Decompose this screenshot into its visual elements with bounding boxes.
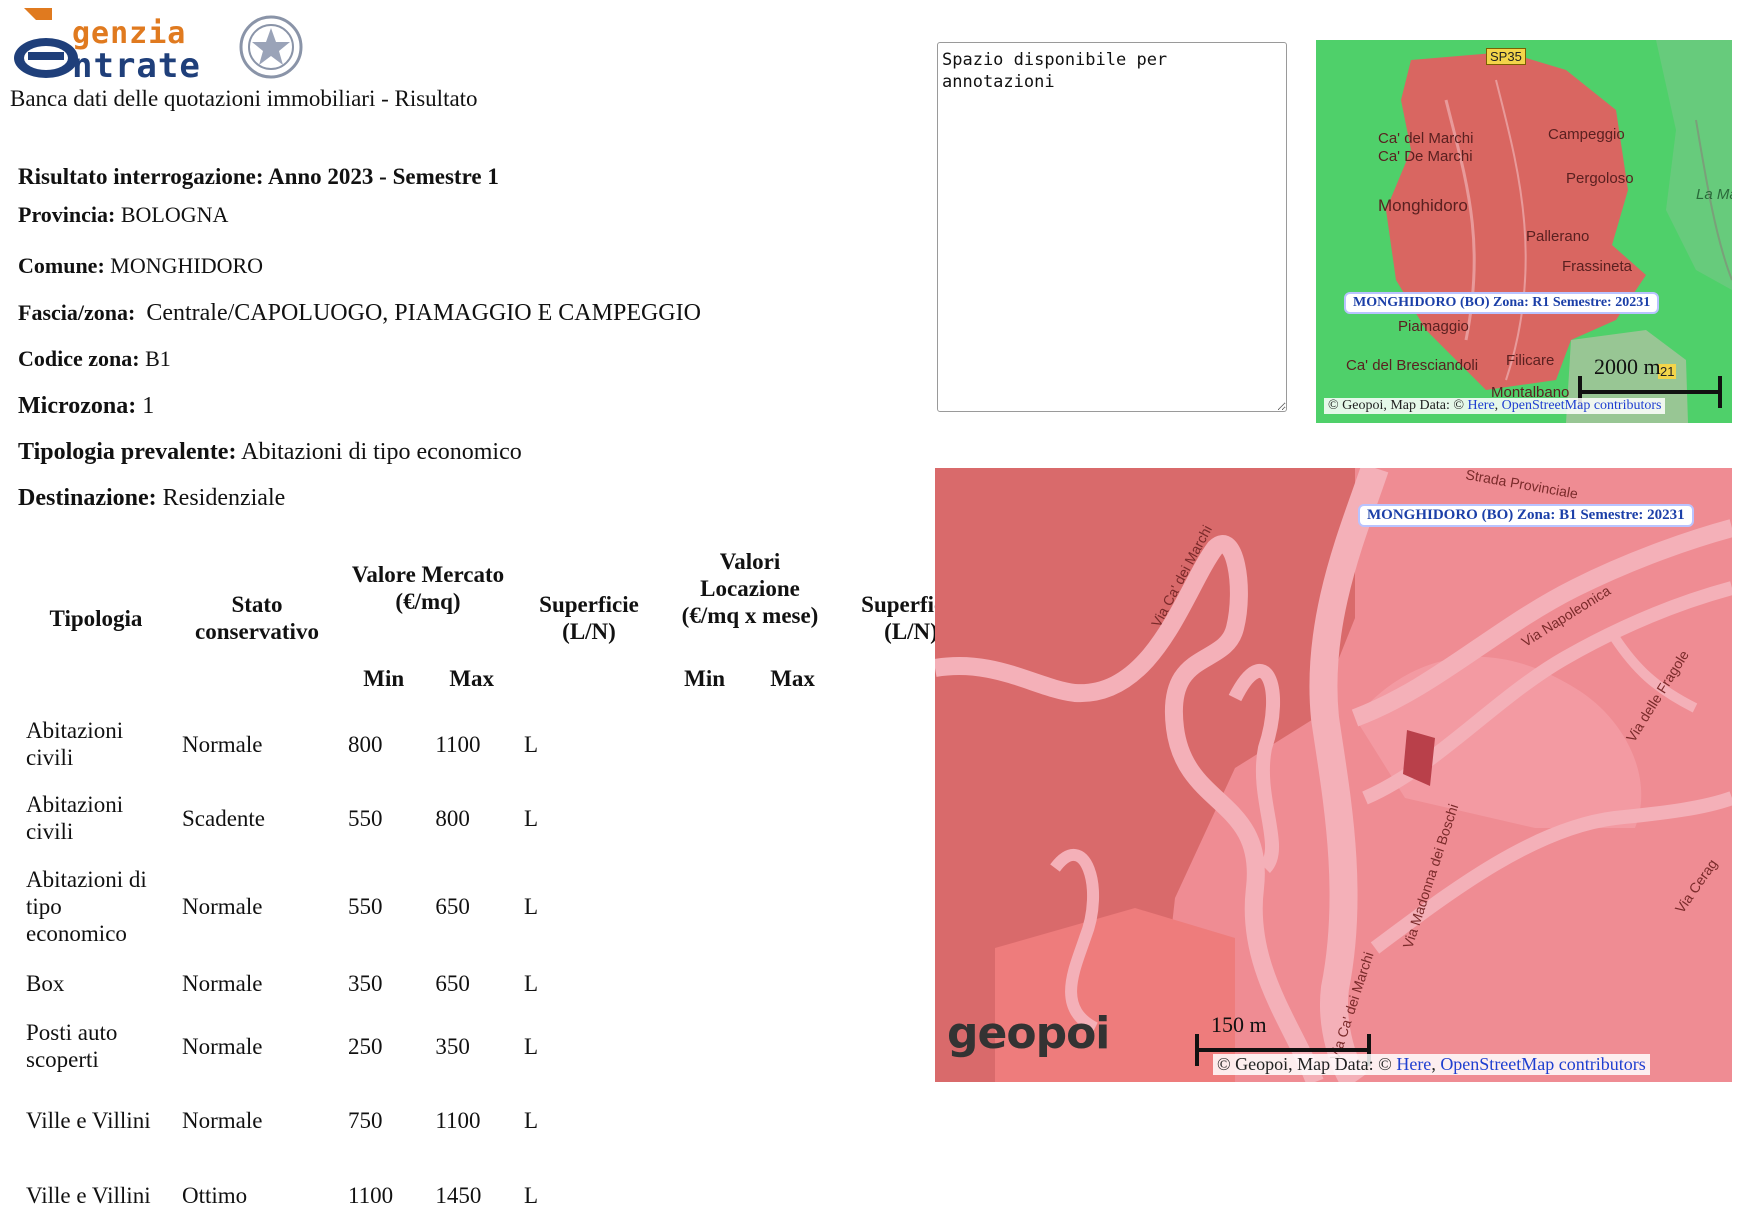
logo-text-bottom: ntrate bbox=[72, 46, 201, 86]
cell-min: 550 bbox=[348, 805, 383, 831]
agenzia-entrate-logo: genzia ntrate bbox=[10, 8, 310, 86]
overview-attribution: © Geopoi, Map Data: © Here, OpenStreetMa… bbox=[1324, 398, 1666, 414]
cell-min: 1100 bbox=[348, 1182, 394, 1208]
place-label: Ca' De Marchi bbox=[1378, 148, 1473, 165]
place-label: Frassineta bbox=[1562, 258, 1633, 275]
header-max-locazione: Max bbox=[770, 665, 815, 691]
fascia-line: Fascia/zona: Centrale/CAPOLUOGO, PIAMAGG… bbox=[18, 300, 701, 326]
cell-min: 750 bbox=[348, 1107, 383, 1133]
cell-min: 800 bbox=[348, 731, 383, 757]
zone-overview-map[interactable]: SP35 Ca' del Marchi Ca' De Marchi Campeg… bbox=[1316, 40, 1732, 423]
detail-attribution: © Geopoi, Map Data: © Here, OpenStreetMa… bbox=[1213, 1054, 1650, 1075]
header-min-locazione: Min bbox=[684, 665, 725, 691]
cell-stato: Normale bbox=[182, 731, 263, 757]
cell-tipologia: Abitazioni civili bbox=[26, 718, 124, 770]
cell-tipologia: Ville e Villini bbox=[26, 1182, 151, 1208]
header-tipologia: Tipologia bbox=[49, 605, 143, 631]
cell-min: 550 bbox=[348, 893, 383, 919]
table-row: Abitazioni civili Normale 800 1100 L bbox=[18, 708, 984, 780]
table-row: Box Normale 350 650 L bbox=[18, 956, 984, 1010]
osm-link[interactable]: OpenStreetMap contributors bbox=[1440, 1054, 1645, 1074]
cell-tipologia: Abitazioni di tipo economico bbox=[26, 866, 147, 946]
cell-stato: Normale bbox=[182, 893, 263, 919]
table-row: Ville e Villini Ottimo 1100 1450 L bbox=[18, 1158, 984, 1232]
header-valori-locazione: Valori Locazione (€/mq x mese) bbox=[681, 548, 819, 628]
here-link[interactable]: Here bbox=[1396, 1054, 1431, 1074]
cell-stato: Normale bbox=[182, 970, 263, 996]
cell-tipologia: Abitazioni civili bbox=[26, 792, 124, 844]
cell-superficie: L bbox=[524, 970, 539, 996]
logo-mark-icon bbox=[14, 8, 78, 78]
destinazione-line: Destinazione: Residenziale bbox=[18, 485, 286, 511]
detail-zone-label: MONGHIDORO (BO) Zona: B1 Semestre: 20231 bbox=[1358, 504, 1694, 527]
quotations-table: Tipologia Stato conservativo Valore Merc… bbox=[18, 528, 984, 1232]
overview-zone-label: MONGHIDORO (BO) Zona: R1 Semestre: 20231 bbox=[1344, 292, 1660, 314]
place-label: Pergoloso bbox=[1566, 170, 1634, 187]
osm-link[interactable]: OpenStreetMap contributors bbox=[1502, 398, 1662, 413]
place-label: Ca' del Marchi bbox=[1378, 130, 1474, 147]
cell-max: 800 bbox=[435, 805, 470, 831]
cell-superficie: L bbox=[524, 1033, 539, 1059]
cell-max: 1100 bbox=[435, 731, 481, 757]
cell-max: 1100 bbox=[435, 1107, 481, 1133]
header-max-mercato: Max bbox=[449, 665, 495, 691]
detail-map-graphic bbox=[935, 468, 1732, 1082]
header-min-mercato: Min bbox=[363, 665, 405, 691]
cell-stato: Normale bbox=[182, 1107, 263, 1133]
cell-superficie: L bbox=[524, 893, 539, 919]
cell-max: 1450 bbox=[435, 1182, 482, 1208]
cell-max: 350 bbox=[435, 1033, 470, 1059]
cell-superficie: L bbox=[524, 1182, 539, 1208]
here-link[interactable]: Here bbox=[1467, 398, 1494, 413]
table-row: Abitazioni civili Scadente 550 800 L bbox=[18, 780, 984, 856]
page-subtitle: Banca dati delle quotazioni immobiliari … bbox=[10, 86, 478, 111]
header-stato: Stato conservativo bbox=[195, 592, 319, 644]
cell-superficie: L bbox=[524, 1107, 539, 1133]
cell-superficie: L bbox=[524, 805, 539, 831]
republic-emblem-icon bbox=[239, 15, 303, 79]
place-label: Ca' del Bresciandoli bbox=[1346, 357, 1479, 374]
notes-textarea[interactable]: Spazio disponibile per annotazioni bbox=[937, 42, 1287, 412]
place-label: Monghidoro bbox=[1378, 196, 1468, 215]
codice-zona-line: Codice zona: B1 bbox=[18, 346, 171, 371]
cell-min: 250 bbox=[348, 1033, 383, 1059]
tipologia-prevalente-line: Tipologia prevalente: Abitazioni di tipo… bbox=[18, 439, 522, 465]
table-row: Posti auto scoperti Normale 250 350 L bbox=[18, 1010, 984, 1082]
result-title: Risultato interrogazione: Anno 2023 - Se… bbox=[18, 164, 499, 189]
cell-stato: Normale bbox=[182, 1033, 263, 1059]
cell-superficie: L bbox=[524, 731, 539, 757]
cell-stato: Ottimo bbox=[182, 1182, 248, 1208]
provincia-line: Provincia: BOLOGNA bbox=[18, 202, 229, 227]
zone-detail-map[interactable]: Strada Provinciale Via Ca' dei Marchi Vi… bbox=[935, 468, 1732, 1082]
cell-tipologia: Box bbox=[26, 970, 65, 996]
place-label: Pallerano bbox=[1526, 228, 1590, 245]
place-label: Campeggio bbox=[1548, 126, 1625, 143]
comune-line: Comune: MONGHIDORO bbox=[18, 253, 264, 278]
cell-min: 350 bbox=[348, 970, 383, 996]
header-valore-mercato: Valore Mercato (€/mq) bbox=[351, 562, 505, 614]
place-label: Filicare bbox=[1506, 352, 1555, 369]
cell-stato: Scadente bbox=[182, 805, 266, 831]
place-label: Piamaggio bbox=[1398, 318, 1469, 335]
table-row: Abitazioni di tipo economico Normale 550… bbox=[18, 856, 984, 956]
road-sign-sp35: SP35 bbox=[1486, 48, 1526, 65]
geopoi-brand-logo: geopoi bbox=[947, 1008, 1110, 1059]
cell-tipologia: Ville e Villini bbox=[26, 1107, 151, 1133]
microzona-line: Microzona: 1 bbox=[18, 393, 155, 419]
cell-max: 650 bbox=[435, 893, 470, 919]
table-row: Ville e Villini Normale 750 1100 L bbox=[18, 1082, 984, 1158]
place-label: La Ma bbox=[1696, 186, 1732, 203]
cell-tipologia: Posti auto scoperti bbox=[26, 1020, 118, 1072]
header-superficie-1: Superficie (L/N) bbox=[539, 592, 639, 644]
cell-max: 650 bbox=[435, 970, 470, 996]
